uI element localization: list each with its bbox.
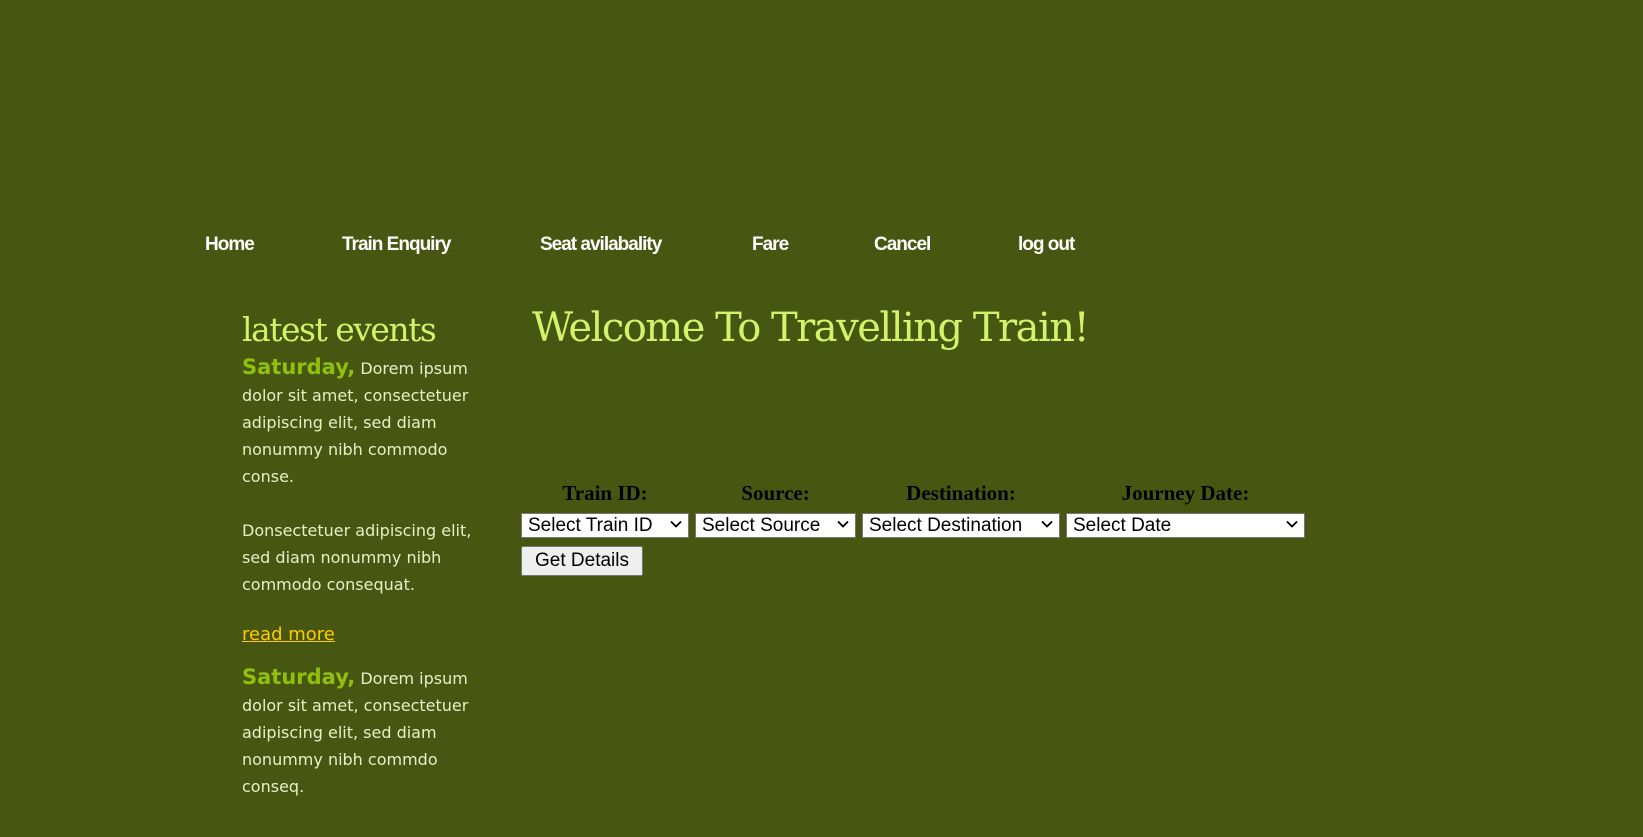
read-more-link[interactable]: read more bbox=[242, 620, 335, 650]
destination-select[interactable]: Select Destination bbox=[862, 513, 1060, 538]
nav-seat-availability-link[interactable]: Seat avilabality bbox=[540, 234, 662, 256]
chevron-down-icon bbox=[837, 520, 849, 528]
get-details-button[interactable]: Get Details bbox=[521, 546, 643, 576]
chevron-down-icon bbox=[670, 520, 682, 528]
sidebar-title: latest events bbox=[242, 310, 437, 349]
latest-events-sidebar: latest events Saturday, Dorem ipsum dolo… bbox=[242, 306, 474, 827]
train-id-select-value: Select Train ID bbox=[528, 515, 653, 536]
source-label: Source: bbox=[741, 481, 810, 505]
nav-fare-link[interactable]: Fare bbox=[752, 234, 789, 256]
event-text: Donsectetuer adipiscing elit, sed diam n… bbox=[242, 521, 472, 594]
event-item: Saturday, Dorem ipsum dolor sit amet, co… bbox=[242, 664, 474, 800]
event-day: Saturday, bbox=[242, 665, 356, 689]
journey-date-label: Journey Date: bbox=[1121, 481, 1250, 505]
chevron-down-icon bbox=[1041, 520, 1053, 528]
journey-date-select[interactable]: Select Date bbox=[1066, 513, 1305, 538]
event-item: Donsectetuer adipiscing elit, sed diam n… bbox=[242, 517, 474, 598]
event-item: Saturday, Dorem ipsum dolor sit amet, co… bbox=[242, 354, 474, 490]
train-id-select[interactable]: Select Train ID bbox=[521, 513, 689, 538]
page-title: Welcome To Travelling Train! bbox=[532, 305, 1090, 351]
journey-date-select-value: Select Date bbox=[1073, 515, 1172, 536]
event-day: Saturday, bbox=[242, 355, 356, 379]
chevron-down-icon bbox=[1286, 520, 1298, 528]
nav-cancel-link[interactable]: Cancel bbox=[874, 234, 931, 256]
nav-home-link[interactable]: Home bbox=[205, 234, 255, 256]
destination-select-value: Select Destination bbox=[869, 515, 1023, 536]
train-id-label: Train ID: bbox=[562, 481, 648, 505]
nav-logout-link[interactable]: log out bbox=[1018, 234, 1075, 256]
destination-label: Destination: bbox=[906, 481, 1016, 505]
source-select-value: Select Source bbox=[702, 515, 821, 536]
nav-train-enquiry-link[interactable]: Train Enquiry bbox=[342, 234, 451, 256]
source-select[interactable]: Select Source bbox=[695, 513, 856, 538]
